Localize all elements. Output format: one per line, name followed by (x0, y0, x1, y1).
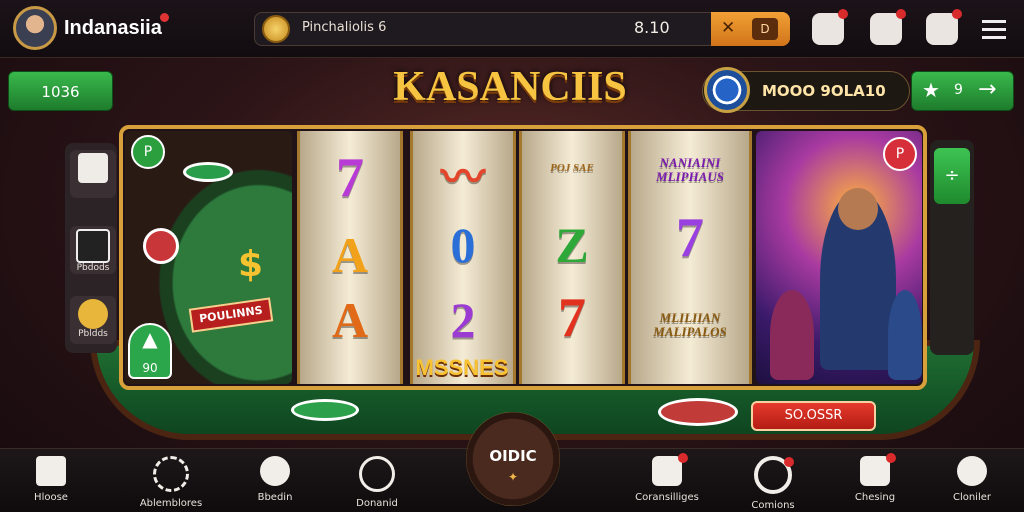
arrow-right-icon: → (978, 77, 997, 102)
notification-dot (784, 457, 794, 467)
shield-icon (78, 299, 108, 329)
home-icon (36, 456, 66, 486)
character-fan (888, 290, 922, 380)
chip-icon (658, 398, 738, 426)
right-side-button[interactable]: ÷ (934, 148, 970, 204)
arrow-up-icon: ▲ (142, 327, 158, 351)
nav-item-chat[interactable]: Chesing (830, 452, 920, 508)
notification-dot (886, 453, 896, 463)
reel-symbol: 2 (450, 292, 476, 348)
chip-icon (704, 67, 750, 113)
reel-symbol: 7 (558, 287, 586, 349)
star-icon: ★ (922, 78, 940, 102)
nav-item-refresh[interactable]: Ablemblores (126, 452, 216, 509)
spin-label[interactable]: OIDIC (466, 447, 560, 465)
chip-icon (143, 228, 179, 264)
right-green-count: 9 (954, 82, 963, 98)
reel-symbol: MLILIIAN MALIPALOS (653, 310, 727, 339)
nav-label: Ablemblores (139, 498, 203, 509)
left-menu-item-shield[interactable]: Pbldds (70, 296, 116, 344)
reel-symbol: 7 (336, 147, 364, 209)
nav-item-settings[interactable]: Cloniler (927, 452, 1017, 508)
nav-label: Coransilliges (635, 492, 699, 503)
grid-icon (76, 229, 110, 263)
left-menu-item-products[interactable]: Pbdods (70, 226, 116, 274)
close-icon[interactable]: ✕ (721, 18, 735, 38)
nav-label: Chesing (854, 492, 896, 503)
game-title: KASANCIIS (393, 64, 627, 110)
user-icon (359, 456, 395, 492)
notification-dot (160, 13, 169, 22)
reel-4: NANIAINI MLIPHAUS 7 MLILIIAN MALIPALOS (628, 131, 752, 384)
reel-symbol: A (331, 227, 369, 283)
reel-symbol: Z (555, 217, 589, 273)
rocket-icon (652, 453, 688, 486)
mode-label: MOOO 9OLA10 (762, 82, 886, 100)
character-fan (770, 290, 814, 380)
chip-icon (183, 162, 233, 182)
balance-amount: 8.10 (634, 18, 670, 37)
reel-banner: MSSNES (415, 355, 509, 380)
nav-label: Bbedin (257, 492, 293, 503)
dollar-icon: $ (238, 244, 264, 285)
character-face (838, 188, 878, 230)
nav-item-coin[interactable]: Bbedin (230, 452, 320, 508)
reel-symbol: A (331, 292, 369, 348)
chip-icon (291, 399, 359, 421)
nav-label: Cloniler (952, 492, 992, 503)
gift-icon[interactable] (870, 9, 906, 45)
star-icon: ✦ (507, 470, 519, 484)
left-top-badge[interactable]: P (131, 135, 165, 169)
reel-2: 〰 0 2 (410, 131, 516, 384)
avatar[interactable] (13, 6, 57, 50)
right-top-badge[interactable]: P (883, 137, 917, 171)
reel-symbol: 〰 (441, 153, 485, 202)
nav-label: Comions (751, 500, 795, 511)
reel-symbol: 0 (450, 217, 476, 273)
refresh-icon (153, 456, 189, 492)
notification-dot (678, 453, 688, 463)
nav-label: Donanid (356, 498, 398, 509)
balance-label: Pinchaliolis 6 (302, 20, 387, 35)
reel-1: 7 A A (297, 131, 403, 384)
nav-item-rocket[interactable]: Coransilliges (622, 452, 712, 508)
settings-icon (957, 456, 987, 486)
nav-item-user[interactable]: Donanid (332, 452, 422, 509)
brand-name: Indanasiia (64, 17, 162, 39)
cart-icon[interactable] (812, 9, 848, 45)
buy-box-icon[interactable]: D (752, 18, 778, 40)
search-icon (754, 456, 794, 494)
nav-label: Hloose (34, 492, 68, 503)
coin-icon (260, 456, 290, 486)
left-bottom-count: 90 (142, 361, 158, 375)
reel-symbol: NANIAINI MLIPHAUS (656, 155, 724, 184)
nav-item-home[interactable]: Hloose (6, 452, 96, 508)
bet-button[interactable]: SO.OSSR (751, 401, 876, 431)
left-menu-item-dice[interactable] (70, 150, 116, 198)
left-menu-label: Pbldds (78, 329, 108, 339)
chat-icon (860, 453, 896, 486)
mail-icon[interactable] (926, 9, 962, 45)
notification-dot (838, 9, 848, 19)
left-green-button[interactable]: 1036 (8, 71, 113, 111)
notification-dot (896, 9, 906, 19)
coin-icon (262, 15, 290, 43)
left-menu-label: Pbdods (76, 263, 110, 273)
menu-icon[interactable] (978, 13, 1010, 45)
notification-dot (952, 9, 962, 19)
reel-symbol: 7 (676, 207, 704, 269)
reel-3: POJ SAE Z 7 (519, 131, 625, 384)
nav-item-search[interactable]: Comions (728, 452, 818, 511)
dice-icon (78, 153, 108, 183)
reel-symbol: POJ SAE (550, 162, 594, 174)
